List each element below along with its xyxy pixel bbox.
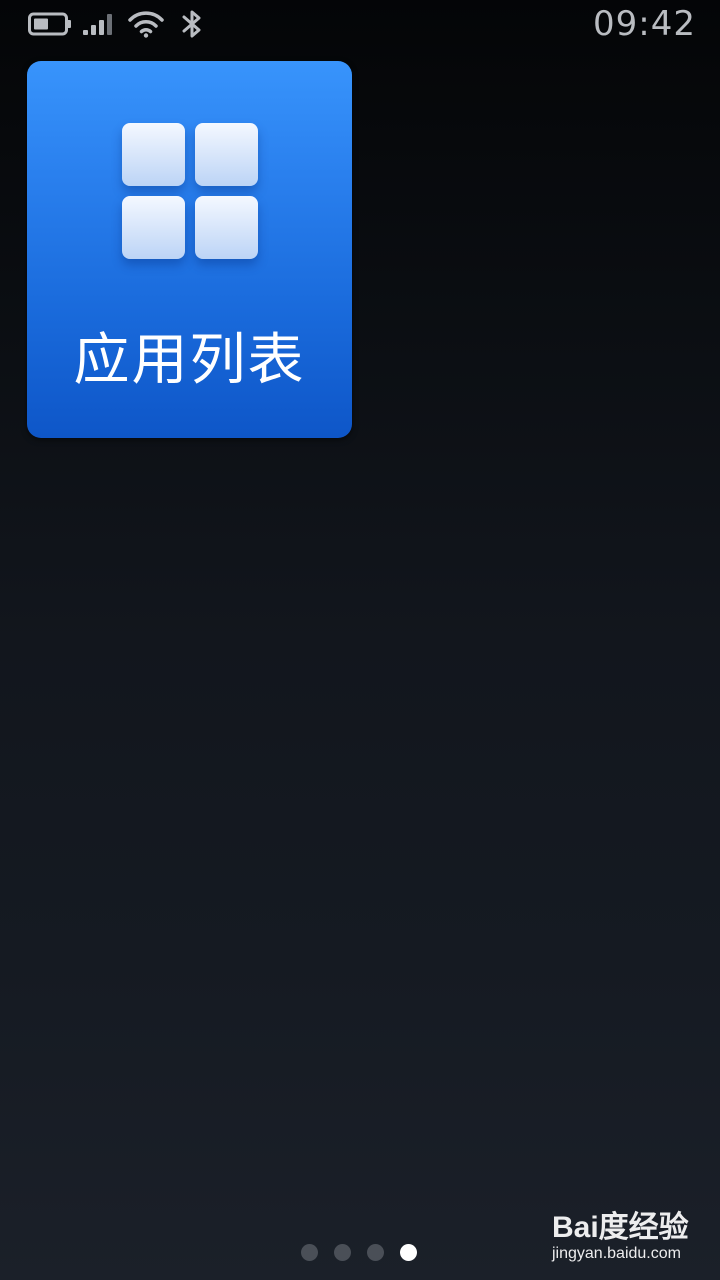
watermark-logo: Bai度经验	[552, 1211, 689, 1244]
battery-icon	[28, 12, 71, 36]
bluetooth-icon	[182, 10, 201, 38]
grid-cell	[122, 123, 185, 186]
grid-cell	[195, 196, 258, 259]
app-list-tile[interactable]: 应用列表	[27, 61, 352, 438]
page-dot-active[interactable]	[400, 1244, 417, 1261]
page-dot[interactable]	[367, 1244, 384, 1261]
status-bar: 09:42	[0, 0, 720, 50]
grid-cell	[195, 123, 258, 186]
app-grid-icon	[122, 123, 258, 259]
page-dot[interactable]	[301, 1244, 318, 1261]
watermark-url: jingyan.baidu.com	[552, 1245, 681, 1262]
wifi-icon	[128, 11, 164, 38]
baidu-jingyan-watermark: Bai度经验 jingyan.baidu.com	[552, 1200, 702, 1270]
page-indicator	[301, 1243, 421, 1263]
app-list-tile-label: 应用列表	[73, 328, 306, 393]
grid-cell	[122, 196, 185, 259]
home-screen: 09:42 应用列表 Bai度经验 jingyan.baidu.com	[0, 0, 720, 1280]
status-clock: 09:42	[593, 4, 696, 44]
signal-icon	[83, 14, 112, 35]
page-dot[interactable]	[334, 1244, 351, 1261]
